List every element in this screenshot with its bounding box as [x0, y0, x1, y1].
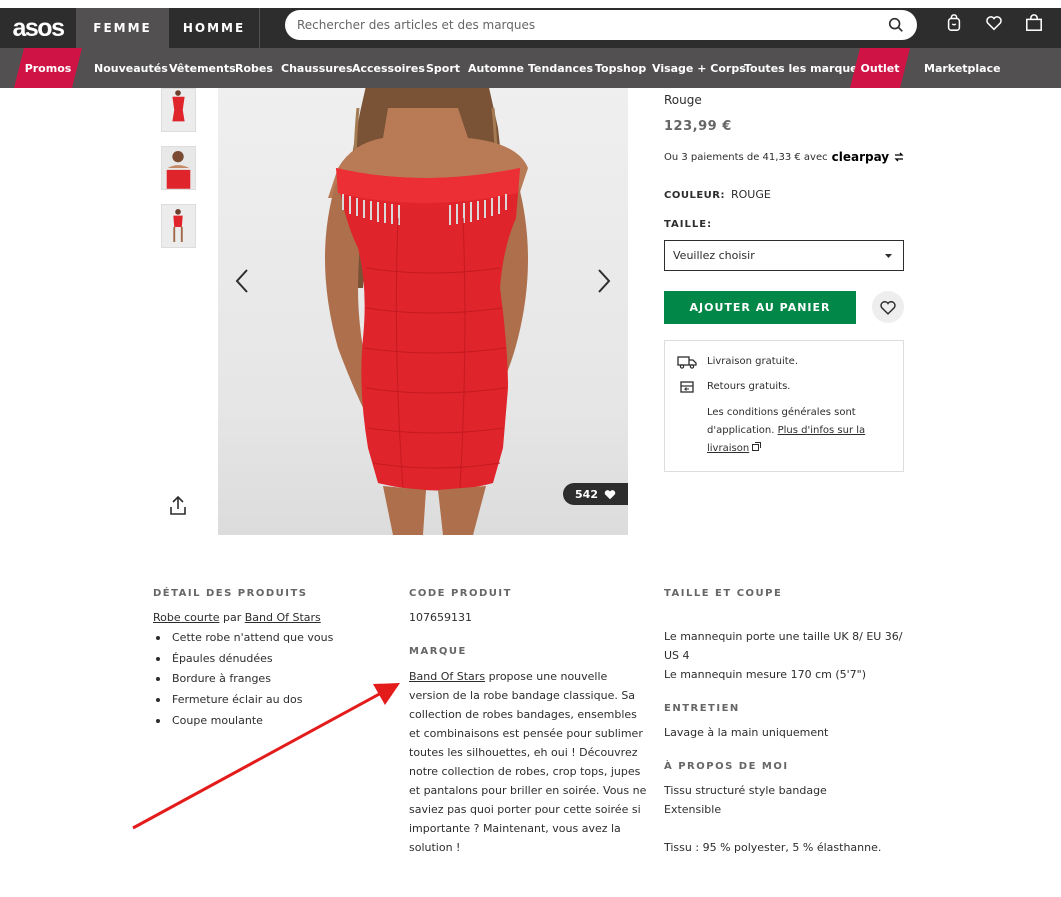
product-details-section: DÉTAIL DES PRODUITS Robe courte par Band…: [153, 584, 373, 732]
list-item: Fermeture éclair au dos: [153, 690, 373, 711]
nav-item-outlet[interactable]: Outlet: [850, 48, 910, 88]
size-select[interactable]: Veuillez choisir: [664, 240, 904, 271]
nav-item-topshop[interactable]: Topshop: [595, 48, 646, 88]
product-details-heading: DÉTAIL DES PRODUITS: [153, 588, 308, 599]
nav-item-visage-corps[interactable]: Visage + Corps: [652, 48, 746, 88]
nav-item-nouveautes[interactable]: Nouveautés: [94, 48, 168, 88]
share-icon[interactable]: [169, 496, 187, 516]
account-icon[interactable]: [945, 14, 963, 32]
save-for-later-button[interactable]: [872, 291, 904, 323]
about-line-2: Extensible: [664, 803, 722, 816]
nav-item-robes[interactable]: Robes: [235, 48, 273, 88]
nav-item-sport[interactable]: Sport: [426, 48, 460, 88]
delivery-conditions: Les conditions générales sont d'applicat…: [707, 404, 877, 458]
nav-item-chaussures[interactable]: Chaussures: [281, 48, 353, 88]
brand-heading: MARQUE: [409, 646, 467, 657]
nav-item-toutes-les-marques[interactable]: Toutes les marques: [744, 48, 864, 88]
heart-icon[interactable]: [985, 14, 1003, 32]
add-to-cart-button[interactable]: AJOUTER AU PANIER: [664, 291, 856, 324]
nav-item-automne[interactable]: Automne: [468, 48, 524, 88]
next-image-arrow[interactable]: [594, 268, 614, 294]
asos-logo[interactable]: asos: [0, 8, 76, 48]
category-nav: Promos Nouveautés Vêtements Robes Chauss…: [0, 48, 1061, 88]
list-item: Bordure à franges: [153, 669, 373, 690]
brand-section: MARQUE Band Of Stars propose une nouvell…: [409, 642, 649, 857]
about-heading: À PROPOS DE MOI: [664, 761, 789, 772]
tab-femme[interactable]: FEMME: [76, 8, 168, 48]
heart-icon: [880, 300, 896, 315]
bag-icon[interactable]: [1025, 14, 1043, 32]
product-code-value: 107659131: [409, 611, 472, 624]
search-input[interactable]: Rechercher des articles et des marques: [285, 10, 917, 40]
likes-badge[interactable]: 542: [563, 483, 628, 505]
thumbnail-1[interactable]: [161, 88, 196, 132]
external-link-icon: [752, 442, 762, 451]
list-item: Cette robe n'attend que vous: [153, 628, 373, 649]
search-icon[interactable]: [887, 16, 905, 34]
delivery-info-box: Livraison gratuite. Retours gratuits. Le…: [664, 340, 904, 472]
brand-link[interactable]: Band Of Stars: [245, 611, 321, 624]
nav-item-tendances[interactable]: Tendances: [528, 48, 593, 88]
top-header: asos FEMME HOMME Rechercher des articles…: [0, 8, 1061, 48]
product-type-link[interactable]: Robe courte: [153, 611, 219, 624]
size-fit-section: TAILLE ET COUPE Le mannequin porte une t…: [664, 584, 904, 857]
product-color-top: Rouge: [664, 93, 702, 107]
brand-description-text: propose une nouvelle version de la robe …: [409, 670, 647, 854]
free-returns-text: Retours gratuits.: [707, 381, 791, 392]
product-code-section: CODE PRODUIT 107659131: [409, 584, 649, 627]
likes-count: 542: [575, 487, 598, 501]
product-bullets: Cette robe n'attend que vous Épaules dén…: [153, 628, 373, 732]
care-value: Lavage à la main uniquement: [664, 726, 829, 739]
size-label: TAILLE:: [664, 219, 713, 230]
list-item: Coupe moulante: [153, 711, 373, 732]
color-line: COULEUR: ROUGE: [664, 188, 771, 201]
size-fit-line-1: Le mannequin porte une taille UK 8/ EU 3…: [664, 630, 903, 662]
nav-item-promos[interactable]: Promos: [14, 48, 82, 88]
about-line-1: Tissu structuré style bandage: [664, 784, 827, 797]
clearpay-arrows-icon: [894, 152, 904, 162]
search-placeholder: Rechercher des articles et des marques: [297, 18, 536, 32]
product-type-line: Robe courte par Band Of Stars: [153, 608, 373, 627]
installments-info: Ou 3 paiements de 41,33 € avec clearpay: [664, 150, 905, 164]
nav-item-marketplace[interactable]: Marketplace: [924, 48, 1001, 88]
brand-description-link[interactable]: Band Of Stars: [409, 670, 485, 683]
previous-image-arrow[interactable]: [232, 268, 252, 294]
size-fit-heading: TAILLE ET COUPE: [664, 588, 783, 599]
size-fit-line-2: Le mannequin mesure 170 cm (5'7"): [664, 668, 866, 681]
truck-icon: [677, 356, 697, 369]
thumbnail-2[interactable]: [161, 146, 196, 190]
product-price: 123,99 €: [664, 119, 732, 134]
free-returns-row: Retours gratuits.: [677, 378, 790, 396]
size-select-value: Veuillez choisir: [673, 249, 755, 262]
returns-icon: [680, 381, 694, 393]
list-item: Épaules dénudées: [153, 649, 373, 670]
free-delivery-text: Livraison gratuite.: [707, 356, 799, 367]
header-icons: [945, 14, 1043, 32]
nav-item-accessoires[interactable]: Accessoires: [352, 48, 425, 88]
brand-description: Band Of Stars propose une nouvelle versi…: [409, 667, 649, 857]
chevron-down-icon: [885, 253, 892, 258]
nav-item-vetements[interactable]: Vêtements: [169, 48, 236, 88]
installments-text: Ou 3 paiements de 41,33 € avec: [664, 151, 828, 163]
care-heading: ENTRETIEN: [664, 703, 740, 714]
about-line-3: Tissu : 95 % polyester, 5 % élasthanne.: [664, 841, 882, 854]
main-product-image[interactable]: [218, 88, 628, 535]
color-label: COULEUR:: [664, 190, 725, 201]
color-value: ROUGE: [730, 188, 771, 201]
thumbnail-3[interactable]: [161, 204, 196, 248]
clearpay-logo: clearpay: [831, 150, 890, 164]
free-delivery-row: Livraison gratuite.: [677, 353, 798, 371]
heart-filled-icon: [604, 489, 616, 499]
product-code-heading: CODE PRODUIT: [409, 588, 512, 599]
tab-homme[interactable]: HOMME: [168, 8, 260, 48]
by-text: par: [222, 611, 242, 624]
dress-photo: [324, 88, 528, 535]
